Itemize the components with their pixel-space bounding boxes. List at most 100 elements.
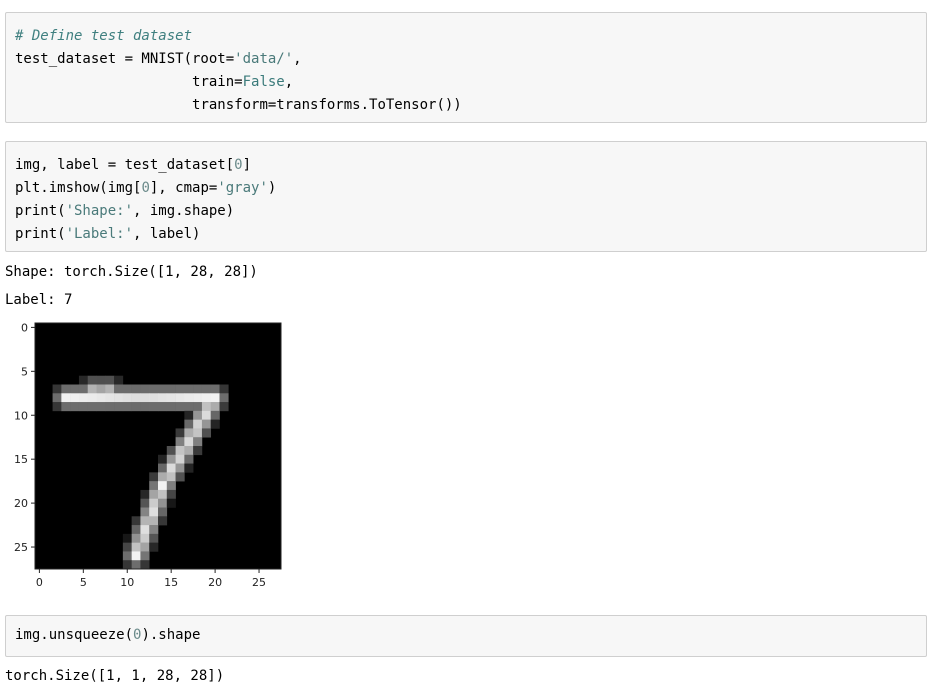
image-pixel [122, 393, 132, 403]
image-pixel [193, 393, 203, 403]
image-pixel [140, 542, 150, 552]
image-pixel [78, 375, 89, 385]
image-pixel [122, 560, 132, 570]
image-pixel [114, 375, 124, 385]
image-pixel [70, 393, 80, 403]
image-pixel [131, 560, 141, 570]
image-pixel [184, 454, 194, 464]
image-pixel [175, 437, 185, 447]
image-pixel [96, 375, 106, 385]
image-pixel [114, 384, 124, 394]
image-pixel [210, 393, 220, 403]
image-pixel [87, 402, 97, 412]
image-pixel [193, 419, 203, 429]
image-pixel [61, 393, 71, 403]
image-pixel [52, 402, 62, 412]
image-pixel [70, 402, 80, 412]
image-pixel [131, 384, 141, 394]
image-pixel [122, 551, 132, 561]
image-pixel [131, 533, 141, 543]
image-pixel [149, 384, 159, 394]
image-pixel [114, 402, 124, 412]
code-token: ) [267, 180, 277, 196]
x-tick-label: 5 [80, 576, 87, 589]
image-pixel [184, 410, 194, 420]
image-pixel [61, 384, 71, 394]
image-pixel [175, 463, 185, 473]
x-tick-label: 0 [36, 576, 43, 589]
image-pixel [166, 489, 176, 500]
image-pixel [78, 402, 89, 412]
image-pixel [219, 402, 229, 412]
cell-output-label: Label: 7 [5, 292, 73, 308]
image-pixel [140, 498, 150, 508]
image-pixel [149, 489, 159, 500]
image-pixel [175, 428, 185, 438]
code-token: img, label = test_dataset[ [15, 157, 235, 173]
image-pixel [193, 384, 203, 394]
image-pixel [122, 384, 132, 394]
image-pixel [166, 472, 176, 482]
image-pixel [219, 393, 229, 403]
y-tick-label: 20 [14, 497, 28, 510]
image-pixel [193, 410, 203, 420]
image-pixel [158, 463, 168, 473]
image-pixel [158, 489, 168, 500]
image-pixel [210, 410, 220, 420]
code-number: 0 [141, 180, 150, 196]
code-cell-define-dataset[interactable]: # Define test dataset test_dataset = MNI… [5, 12, 927, 123]
x-tick-label: 15 [164, 576, 178, 589]
code-editor[interactable]: img.unsqueeze(0).shape [15, 624, 917, 647]
code-token: train= [192, 74, 243, 90]
image-pixel [96, 384, 106, 394]
image-pixel [158, 516, 168, 526]
code-token: , [284, 74, 294, 90]
image-pixel [166, 481, 176, 491]
image-pixel [149, 393, 159, 403]
image-pixel [131, 525, 141, 535]
image-pixel [70, 384, 80, 394]
image-pixel [149, 507, 159, 517]
image-pixel [105, 393, 115, 403]
image-pixel [140, 533, 150, 543]
y-tick-label: 0 [21, 321, 28, 334]
image-pixel [219, 384, 229, 394]
image-pixel [166, 402, 176, 412]
image-pixel [149, 516, 159, 526]
code-cell-unsqueeze[interactable]: img.unsqueeze(0).shape [5, 615, 927, 657]
image-pixel [149, 542, 159, 552]
image-pixel [175, 402, 185, 412]
x-tick-label: 10 [120, 576, 134, 589]
image-pixel [122, 533, 132, 543]
code-editor[interactable]: # Define test dataset test_dataset = MNI… [15, 25, 917, 117]
image-pixel [184, 384, 194, 394]
code-token: transform=transforms.ToTensor()) [192, 97, 462, 113]
image-pixel [201, 402, 212, 412]
image-pixel [193, 437, 203, 447]
image-pixel [158, 393, 168, 403]
image-pixel [158, 384, 168, 394]
code-string: 'gray' [217, 180, 268, 196]
image-pixel [175, 446, 185, 456]
image-pixel [140, 489, 150, 500]
code-token: img.unsqueeze( [15, 627, 134, 643]
code-editor[interactable]: img, label = test_dataset[0] plt.imshow(… [15, 154, 917, 246]
cell-output-shape: Shape: torch.Size([1, 28, 28]) [5, 264, 258, 280]
image-pixel [114, 393, 124, 403]
image-pixel [166, 498, 176, 508]
image-pixel [184, 402, 194, 412]
x-tick-label: 20 [208, 576, 222, 589]
image-pixel [52, 384, 62, 394]
image-pixel [87, 375, 97, 385]
code-token: ] [242, 157, 252, 173]
code-comment: # Define test dataset [15, 28, 193, 44]
code-cell-show-image[interactable]: img, label = test_dataset[0] plt.imshow(… [5, 141, 927, 252]
image-pixel [78, 384, 89, 394]
image-pixel [78, 393, 89, 403]
code-token: , [293, 51, 302, 67]
x-tick-label: 25 [252, 576, 266, 589]
image-pixel [140, 507, 150, 517]
code-token: , img.shape) [133, 203, 235, 219]
y-tick-label: 10 [14, 409, 28, 422]
